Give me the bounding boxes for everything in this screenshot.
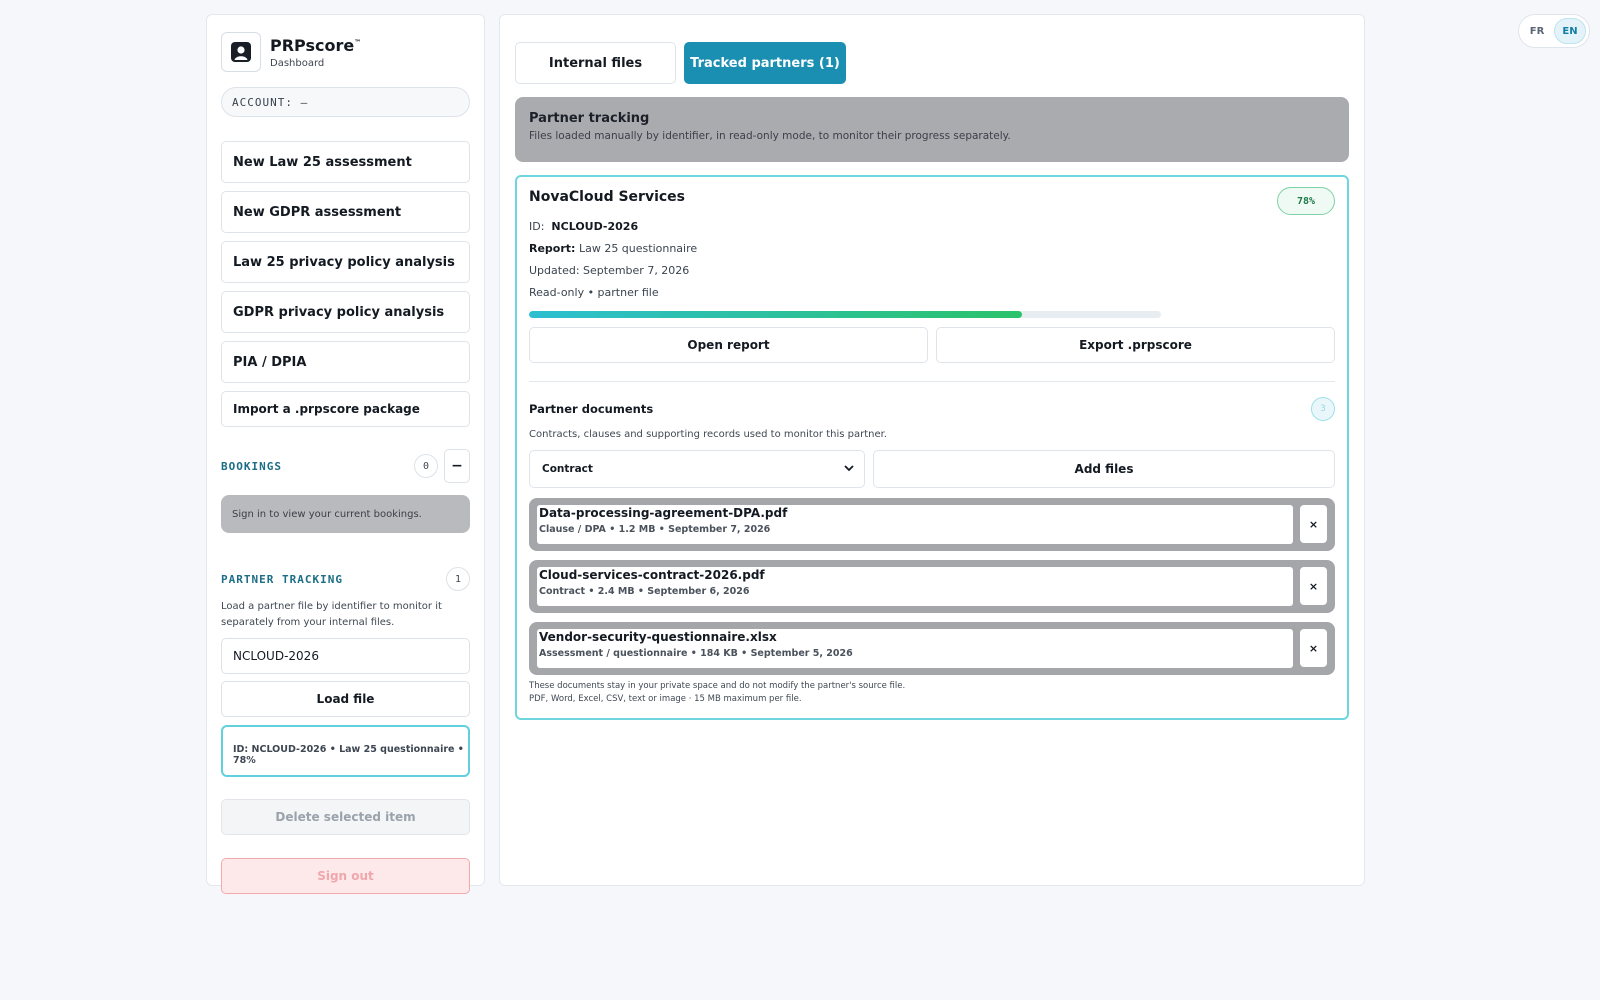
brand: PRPscore™ Dashboard bbox=[221, 31, 470, 73]
partner-tracking-title: PARTNER TRACKING bbox=[221, 572, 343, 586]
file-info[interactable]: Data-processing-agreement-DPA.pdf Clause… bbox=[537, 505, 1293, 544]
file-name: Cloud-services-contract-2026.pdf bbox=[539, 568, 765, 582]
brand-name: PRPscore™ bbox=[270, 35, 362, 55]
new-law25-assessment-button[interactable]: New Law 25 assessment bbox=[221, 141, 470, 183]
brand-subtitle: Dashboard bbox=[270, 57, 325, 69]
partner-tracking-count-badge: 1 bbox=[446, 567, 470, 591]
partner-mode: Read-only • partner file bbox=[529, 286, 659, 299]
tab-bar: Internal files Tracked partners (1) bbox=[515, 42, 1349, 84]
partner-documents-header: Partner documents 3 bbox=[529, 397, 1335, 421]
main-panel: Internal files Tracked partners (1) Part… bbox=[499, 14, 1365, 886]
footnote-privacy: These documents stay in your private spa… bbox=[529, 681, 906, 691]
partner-tracking-banner: Partner tracking Files loaded manually b… bbox=[515, 97, 1349, 162]
load-file-button[interactable]: Load file bbox=[221, 681, 470, 717]
law25-policy-analysis-button[interactable]: Law 25 privacy policy analysis bbox=[221, 241, 470, 283]
language-switch: FR EN bbox=[1518, 14, 1590, 48]
document-type-value: Contract bbox=[542, 463, 593, 475]
partner-card: NovaCloud Services 78% ID: NCLOUD-2026 R… bbox=[515, 175, 1349, 720]
remove-file-button[interactable]: × bbox=[1300, 629, 1327, 667]
documents-count-badge: 3 bbox=[1311, 397, 1335, 421]
file-info[interactable]: Vendor-security-questionnaire.xlsx Asses… bbox=[537, 629, 1293, 668]
import-package-button[interactable]: Import a .prpscore package bbox=[221, 391, 470, 427]
partner-actions: Open report Export .prpscore bbox=[529, 327, 1335, 363]
documents-controls: Contract Add files bbox=[529, 450, 1335, 488]
partner-id-input[interactable]: NCLOUD-2026 bbox=[221, 638, 470, 674]
add-files-button[interactable]: Add files bbox=[873, 450, 1335, 488]
file-row: Data-processing-agreement-DPA.pdf Clause… bbox=[529, 498, 1335, 551]
banner-subtitle: Files loaded manually by identifier, in … bbox=[529, 130, 1011, 142]
chevron-down-icon bbox=[844, 463, 854, 475]
file-row: Cloud-services-contract-2026.pdf Contrac… bbox=[529, 560, 1335, 613]
file-meta: Contract • 2.4 MB • September 6, 2026 bbox=[539, 586, 750, 597]
bookings-header: BOOKINGS 0 − bbox=[221, 449, 470, 483]
partner-id: ID: NCLOUD-2026 bbox=[529, 220, 639, 233]
lang-en-button[interactable]: EN bbox=[1554, 18, 1586, 44]
partner-tracking-header: PARTNER TRACKING 1 bbox=[221, 567, 470, 591]
bookings-collapse-button[interactable]: − bbox=[444, 449, 470, 483]
tab-tracked-partners[interactable]: Tracked partners (1) bbox=[684, 42, 846, 84]
sidebar: PRPscore™ Dashboard ACCOUNT: — New Law 2… bbox=[206, 14, 485, 894]
progress-bar bbox=[529, 311, 1161, 318]
remove-file-button[interactable]: × bbox=[1300, 567, 1327, 605]
brand-logo-icon bbox=[221, 32, 261, 72]
progress-percent-badge: 78% bbox=[1277, 187, 1335, 215]
footnote-formats: PDF, Word, Excel, CSV, text or image · 1… bbox=[529, 694, 802, 704]
partner-documents-description: Contracts, clauses and supporting record… bbox=[529, 429, 887, 440]
partner-updated: Updated: September 7, 2026 bbox=[529, 264, 690, 277]
remove-file-button[interactable]: × bbox=[1300, 505, 1327, 543]
file-row: Vendor-security-questionnaire.xlsx Asses… bbox=[529, 622, 1335, 675]
documents-footnote: These documents stay in your private spa… bbox=[529, 680, 1335, 706]
tab-internal-files[interactable]: Internal files bbox=[515, 42, 676, 84]
file-meta: Assessment / questionnaire • 184 KB • Se… bbox=[539, 648, 853, 659]
delete-selected-button[interactable]: Delete selected item bbox=[221, 799, 470, 835]
progress-bar-fill bbox=[529, 311, 1022, 318]
sign-out-button[interactable]: Sign out bbox=[221, 858, 470, 894]
tracked-partner-item[interactable]: ID: NCLOUD-2026 • Law 25 questionnaire •… bbox=[221, 725, 470, 777]
document-type-select[interactable]: Contract bbox=[529, 450, 865, 488]
bookings-title: BOOKINGS bbox=[221, 459, 282, 473]
bookings-message: Sign in to view your current bookings. bbox=[221, 495, 470, 533]
partner-name: NovaCloud Services bbox=[529, 189, 685, 205]
partner-documents-title: Partner documents bbox=[529, 402, 654, 416]
partner-report: Report: Law 25 questionnaire bbox=[529, 242, 698, 255]
open-report-button[interactable]: Open report bbox=[529, 327, 928, 363]
export-prpscore-button[interactable]: Export .prpscore bbox=[936, 327, 1335, 363]
file-name: Vendor-security-questionnaire.xlsx bbox=[539, 630, 777, 644]
banner-title: Partner tracking bbox=[529, 111, 650, 126]
gdpr-policy-analysis-button[interactable]: GDPR privacy policy analysis bbox=[221, 291, 470, 333]
divider bbox=[529, 381, 1335, 382]
partner-tracking-description: Load a partner file by identifier to mon… bbox=[221, 601, 442, 628]
file-meta: Clause / DPA • 1.2 MB • September 7, 202… bbox=[539, 524, 771, 535]
new-gdpr-assessment-button[interactable]: New GDPR assessment bbox=[221, 191, 470, 233]
account-field: ACCOUNT: — bbox=[221, 87, 470, 117]
bookings-count-badge: 0 bbox=[414, 454, 438, 478]
file-info[interactable]: Cloud-services-contract-2026.pdf Contrac… bbox=[537, 567, 1293, 606]
file-name: Data-processing-agreement-DPA.pdf bbox=[539, 506, 788, 520]
lang-fr-button[interactable]: FR bbox=[1522, 18, 1552, 44]
pia-dpia-button[interactable]: PIA / DPIA bbox=[221, 341, 470, 383]
